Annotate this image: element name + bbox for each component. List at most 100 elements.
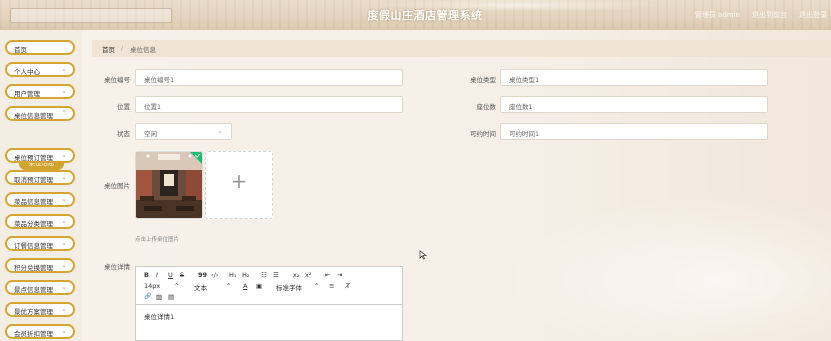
chevron-down-icon: ⌄ xyxy=(61,195,67,203)
rich-text-editor[interactable]: B I U S 99 ‹/› H₁ H₂ ☷ ☰ x₂ x² ⇤ ⇥ 14px … xyxy=(135,266,403,341)
top-header: 度假山庄酒店管理系统 管理员 admin 退出到前台 退出登录 xyxy=(0,0,831,30)
sidebar-item-table-booking[interactable]: 桌位预订管理 ⌄ xyxy=(5,148,75,163)
sidebar-item-label: 积分兑换管理 xyxy=(14,264,53,272)
admin-user-link[interactable]: 管理员 admin xyxy=(695,10,740,20)
sidebar-item-home[interactable]: 首页 xyxy=(5,40,75,55)
sidebar-item-label: 景点信息管理 xyxy=(14,286,53,294)
subscript-button[interactable]: x₂ xyxy=(293,271,299,279)
breadcrumb-separator: / xyxy=(121,44,124,52)
front-page-link[interactable]: 退出到前台 xyxy=(752,10,787,20)
sidebar-item-attractions[interactable]: 景点信息管理 ⌄ xyxy=(5,280,75,295)
font-family-select[interactable]: 标准字体 xyxy=(276,282,302,292)
h2-button[interactable]: H₂ xyxy=(242,271,250,279)
available-time-value: 可约时间1 xyxy=(509,130,540,138)
chevron-down-icon: ⌄ xyxy=(61,327,67,335)
h1-button[interactable]: H₁ xyxy=(229,271,237,279)
chevron-down-icon: ⌄ xyxy=(61,151,67,159)
bullet-list-button[interactable]: ☰ xyxy=(273,271,279,279)
font-size-select[interactable]: 14px xyxy=(144,282,160,290)
font-color-button[interactable]: A xyxy=(243,282,247,290)
sidebar-item-label: 个人中心 xyxy=(14,68,40,76)
main-content: 首页 / 桌位信息 桌位编号 桌位编号1 桌位类型 桌位类型1 位置 位置1 座… xyxy=(82,30,831,341)
superscript-button[interactable]: x² xyxy=(305,271,311,279)
table-type-input[interactable]: 桌位类型1 xyxy=(500,69,768,86)
sidebar-item-dish-category[interactable]: 菜品分类管理 ⌄ xyxy=(5,214,75,229)
image-upload-button[interactable]: + xyxy=(205,151,273,219)
chevron-down-icon: ⌄ xyxy=(61,87,67,95)
editor-toolbar: B I U S 99 ‹/› H₁ H₂ ☷ ☰ x₂ x² ⇤ ⇥ 14px … xyxy=(136,267,402,305)
chevron-down-icon: ⌄ xyxy=(61,283,67,291)
sidebar-item-order-info[interactable]: 订餐信息管理 ⌄ xyxy=(5,236,75,251)
italic-button[interactable]: I xyxy=(156,271,158,279)
sidebar-item-label: 用户管理 xyxy=(14,90,40,98)
link-button[interactable]: 🔗 xyxy=(144,293,151,300)
sidebar-item-offer-plans[interactable]: 景优方案管理 ⌄ xyxy=(5,302,75,317)
table-no-value: 桌位编号1 xyxy=(144,76,175,84)
chevron-down-icon: ⌄ xyxy=(61,261,67,269)
sidebar: 首页 个人中心 ⌄ 用户管理 ⌄ 桌位信息管理 ⌃ 桌位信息 桌位预订管理 ⌄ … xyxy=(0,30,83,341)
align-button[interactable]: ≡ xyxy=(329,282,334,290)
status-label: 状态 xyxy=(117,130,130,138)
available-time-label: 可约时间 xyxy=(470,130,496,138)
sidebar-item-personal-center[interactable]: 个人中心 ⌄ xyxy=(5,62,75,77)
ordered-list-button[interactable]: ☷ xyxy=(261,271,267,279)
sidebar-item-label: 景优方案管理 xyxy=(14,308,53,316)
breadcrumb-current: 桌位信息 xyxy=(130,46,156,54)
plus-icon: + xyxy=(230,169,248,193)
indent-button[interactable]: ⇥ xyxy=(337,271,342,279)
chevron-icon: ⌃ xyxy=(226,282,232,290)
outdent-button[interactable]: ⇤ xyxy=(325,271,330,279)
sidebar-item-dish-info[interactable]: 菜品信息管理 ⌄ xyxy=(5,192,75,207)
background-color-button[interactable]: ▣ xyxy=(256,282,262,290)
breadcrumb-home[interactable]: 首页 xyxy=(102,44,115,54)
status-select[interactable]: 空闲 ⌄ xyxy=(135,123,232,140)
location-label: 位置 xyxy=(117,103,130,111)
sidebar-item-cancel-booking[interactable]: 取消预订管理 ⌄ xyxy=(5,170,75,185)
sidebar-item-label: 会员折扣管理 xyxy=(14,330,53,338)
sidebar-item-points-exchange[interactable]: 积分兑换管理 ⌄ xyxy=(5,258,75,273)
clear-format-button[interactable]: T̸ xyxy=(346,282,350,290)
sidebar-item-label: 桌位信息管理 xyxy=(14,112,53,120)
chevron-down-icon: ⌄ xyxy=(217,127,223,135)
header-search-box[interactable] xyxy=(10,8,172,23)
available-time-input[interactable]: 可约时间1 xyxy=(500,123,768,140)
chevron-icon: ⌃ xyxy=(174,282,180,290)
underline-button[interactable]: U xyxy=(168,271,173,279)
quote-button[interactable]: 99 xyxy=(198,271,207,279)
seats-value: 座位数1 xyxy=(509,103,533,111)
bold-button[interactable]: B xyxy=(144,271,149,279)
sidebar-item-label: 订餐信息管理 xyxy=(14,242,53,250)
chevron-down-icon: ⌄ xyxy=(61,173,67,181)
sidebar-item-label: 首页 xyxy=(14,46,27,54)
chevron-down-icon: ⌄ xyxy=(61,65,67,73)
logout-link[interactable]: 退出登录 xyxy=(799,10,827,20)
table-image-label: 桌位图片 xyxy=(104,182,130,190)
sidebar-item-table-info-management[interactable]: 桌位信息管理 ⌃ xyxy=(5,106,75,121)
chevron-down-icon: ⌄ xyxy=(61,305,67,313)
strike-button[interactable]: S xyxy=(180,271,184,279)
image-button[interactable]: ▨ xyxy=(156,293,162,301)
sidebar-item-label: 桌位预订管理 xyxy=(14,154,53,162)
status-value: 空闲 xyxy=(144,130,157,138)
video-button[interactable]: ▤ xyxy=(168,293,174,301)
uploaded-table-image[interactable] xyxy=(135,151,203,219)
text-style-select[interactable]: 文本 xyxy=(194,282,207,292)
sidebar-item-member-discount[interactable]: 会员折扣管理 ⌄ xyxy=(5,324,75,339)
seats-input[interactable]: 座位数1 xyxy=(500,96,768,113)
table-type-label: 桌位类型 xyxy=(470,76,496,84)
restaurant-photo xyxy=(136,152,202,218)
upload-hint: 点击上传桌位图片 xyxy=(135,237,180,243)
sidebar-item-user-management[interactable]: 用户管理 ⌄ xyxy=(5,84,75,99)
breadcrumb: 首页 / 桌位信息 xyxy=(92,40,831,57)
sidebar-item-label: 取消预订管理 xyxy=(14,176,53,184)
table-type-value: 桌位类型1 xyxy=(509,76,540,84)
table-no-input[interactable]: 桌位编号1 xyxy=(135,69,403,86)
chevron-icon: ⌃ xyxy=(314,282,320,290)
table-detail-label: 桌位详情 xyxy=(104,263,130,271)
sidebar-item-label: 菜品信息管理 xyxy=(14,198,53,206)
chevron-down-icon: ⌄ xyxy=(61,239,67,247)
code-button[interactable]: ‹/› xyxy=(211,271,218,279)
app-title: 度假山庄酒店管理系统 xyxy=(367,9,483,22)
editor-content[interactable]: 桌位详情1 xyxy=(144,311,174,321)
location-input[interactable]: 位置1 xyxy=(135,96,403,113)
